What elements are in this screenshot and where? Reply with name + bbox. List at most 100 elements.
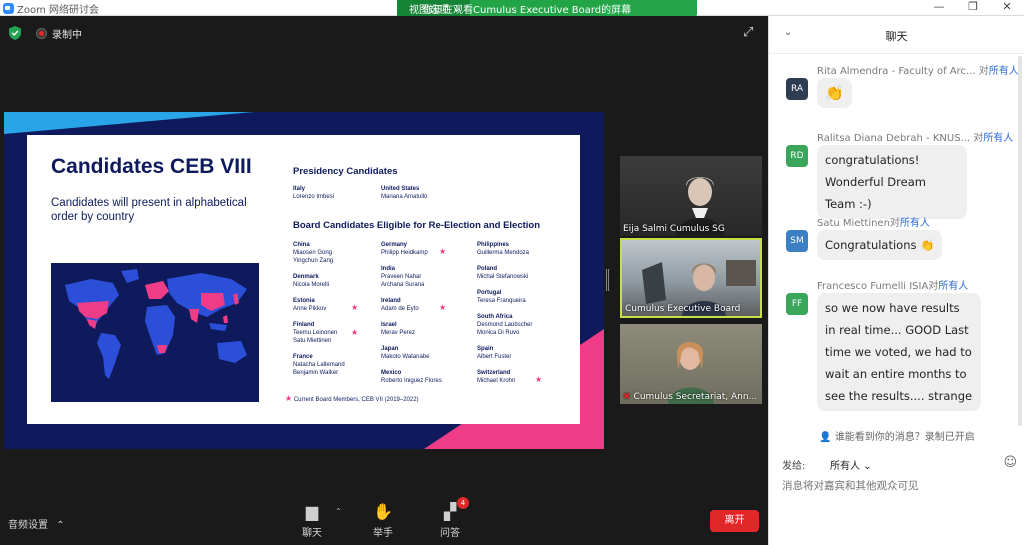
video-tile[interactable]: ✖ Cumulus Secretariat, Ann... <box>620 324 762 404</box>
recording-indicator[interactable]: 录制中 <box>36 26 82 41</box>
country-name: Poland <box>477 266 498 272</box>
raise-hand-label: 举手 <box>373 528 393 539</box>
chat-scrollbar[interactable] <box>1018 56 1022 426</box>
recording-label: 录制中 <box>52 30 82 41</box>
candidate-name: Michal Stefanowski <box>477 274 529 280</box>
candidate-country-block: Poland Michal Stefanowski <box>477 265 528 281</box>
participant-name: ✖ Cumulus Secretariat, Ann... <box>623 392 758 402</box>
country-name: South Africa <box>477 314 513 320</box>
country-name: Israel <box>381 322 397 328</box>
star-icon: ★ <box>351 303 359 312</box>
country-name: Portugal <box>477 290 502 296</box>
close-button[interactable]: ✕ <box>990 0 1024 16</box>
candidate-name: Anne Pikkov <box>293 306 327 312</box>
slide-title: Candidates CEB VIII <box>51 155 252 178</box>
message-sender: Satu Miettinen对所有人 <box>817 218 930 229</box>
video-tile-active-speaker[interactable]: Cumulus Executive Board <box>620 238 762 318</box>
chat-panel: ⌄ 聊天 RA Rita Almendra - Faculty of Arc..… <box>768 16 1024 545</box>
chat-message: RD Ralitsa Diana Debrah - KNUS... 对所有人 c… <box>786 129 1022 219</box>
message-visibility-note[interactable]: 👤 谁能看到你的消息？录制已开启 <box>769 428 1024 443</box>
slide-decoration-blue <box>4 112 254 134</box>
country-name: Finland <box>293 322 315 328</box>
meeting-toolbar: 音频设置 ⌃ ▆ 聊天 ⌃ ✋ 举手 ▞ 4 问答 离开 <box>0 489 768 545</box>
share-banner-text: 你正在观看Cumulus Executive Board的屏幕 <box>423 5 632 16</box>
candidate-country-block: Estonia Anne Pikkov ★ <box>293 297 358 313</box>
chat-button[interactable]: ▆ 聊天 <box>287 503 337 540</box>
country-name: Philippines <box>477 242 510 248</box>
candidate-name: Makoto Watanabe <box>381 354 430 360</box>
fullscreen-icon[interactable]: ⤢ <box>743 25 753 40</box>
world-map-image <box>51 263 259 402</box>
resize-handle[interactable] <box>606 269 609 291</box>
presidency-italy: Italy Lorenzo Imbesi <box>293 186 335 200</box>
slide-footnote: ★ Current Board Members, CEB VII (2019–2… <box>285 394 419 403</box>
candidate-country-block: Portugal Teresa Franqueira <box>477 289 526 305</box>
candidate-country-block: France Natacha Lallemand Benjamin Walker <box>293 353 345 377</box>
slide-content: Candidates CEB VIII Candidates will pres… <box>27 135 580 424</box>
shield-icon[interactable] <box>9 26 21 40</box>
star-icon: ★ <box>439 247 447 256</box>
message-bubble: congratulations! Wonderful Dream Team :-… <box>817 145 967 219</box>
candidate-name: Roberto Iniguez Flores <box>381 378 442 384</box>
country-name: Spain <box>477 346 494 352</box>
presidency-united-states: United States Mariana Amatullo <box>381 186 428 200</box>
send-to-label: 发给: <box>782 461 806 472</box>
chat-label: 聊天 <box>302 528 322 539</box>
slide-subtitle: Candidates will present in alphabetical … <box>51 197 247 223</box>
audio-settings-button[interactable]: 音频设置 ⌃ <box>8 516 65 531</box>
participant-name: Eija Salmi Cumulus SG <box>623 224 725 234</box>
star-icon: ★ <box>535 375 543 384</box>
avatar: SM <box>786 230 808 252</box>
presidency-heading: Presidency Candidates <box>293 166 398 177</box>
video-tile[interactable]: Eija Salmi Cumulus SG <box>620 156 762 236</box>
candidate-country-block: Spain Albert Fuster <box>477 345 511 361</box>
window-controls: — ❐ ✕ <box>922 0 1024 16</box>
candidate-country-block: Ireland Adam de Eyto ★ <box>381 297 446 313</box>
avatar: RA <box>786 78 808 100</box>
candidate-name: Adam de Eyto <box>381 306 419 312</box>
qa-button[interactable]: ▞ 4 问答 <box>425 497 475 539</box>
candidate-name: Benjamin Walker <box>293 370 339 376</box>
country-name: Japan <box>381 346 399 352</box>
minimize-button[interactable]: — <box>922 0 956 16</box>
country-name: China <box>293 242 310 248</box>
app-title-text: Zoom 网络研讨会 <box>17 5 100 16</box>
candidate-name: Teresa Franqueira <box>477 298 526 304</box>
emoji-icon[interactable]: ☺ <box>1003 455 1017 470</box>
candidate-name: Teemu Leinonen <box>293 330 338 336</box>
shared-screen-slide: Candidates CEB VIII Candidates will pres… <box>4 112 604 449</box>
country-name: Estonia <box>293 298 315 304</box>
avatar: RD <box>786 145 808 167</box>
candidate-country-block: South Africa Desmond Laubscher Monica Di R… <box>477 313 532 337</box>
avatar: FF <box>786 293 808 315</box>
chevron-down-icon: ⌄ <box>863 461 872 472</box>
candidate-name: Yingchun Zang <box>293 258 334 264</box>
chevron-up-icon: ⌃ <box>56 520 65 531</box>
candidate-country-block: Finland Teemu Leinonen ★ Satu Miettinen <box>293 321 358 345</box>
country-name: France <box>293 354 313 360</box>
chat-message: RA Rita Almendra - Faculty of Arc... 对所有… <box>786 62 1022 122</box>
message-sender: Ralitsa Diana Debrah - KNUS... 对所有人 <box>817 133 1014 144</box>
star-icon: ★ <box>285 394 293 403</box>
screen-share-banner: 你正在观看Cumulus Executive Board的屏幕 视图选项 ⌄ <box>397 0 697 17</box>
candidate-country-block: Germany Philipp Heidkamp ★ <box>381 241 446 257</box>
candidate-name: Michael Krohn <box>477 378 516 384</box>
candidate-name: Desmond Laubscher <box>477 322 533 328</box>
message-bubble: Congratulations 👏 <box>817 230 943 260</box>
raise-hand-button[interactable]: ✋ 举手 <box>358 503 408 540</box>
candidate-name: Albert Fuster <box>477 354 512 360</box>
message-bubble: so we now have results in real time... G… <box>817 293 981 411</box>
board-heading: Board Candidates Eligible for Re-Electio… <box>293 220 541 231</box>
message-sender: Francesco Fumelli ISIA对所有人 <box>817 281 969 292</box>
chat-message: SM Satu Miettinen对所有人 Congratulations 👏 <box>786 214 1022 274</box>
candidate-country-block: Switzerland Michael Krohn ★ <box>477 369 542 385</box>
chat-header: ⌄ 聊天 <box>769 16 1024 54</box>
recipient-select[interactable]: 所有人 ⌄ <box>826 456 876 473</box>
chat-options-caret-icon[interactable]: ⌃ <box>335 507 342 516</box>
qa-count-badge: 4 <box>457 497 469 509</box>
chat-message-input[interactable] <box>782 480 1012 492</box>
leave-button[interactable]: 离开 <box>710 510 759 532</box>
send-to-row: 发给: 所有人 ⌄ ☺ <box>782 455 1017 475</box>
candidate-name: Miaosen Gong <box>293 250 333 256</box>
restore-button[interactable]: ❐ <box>956 0 990 16</box>
